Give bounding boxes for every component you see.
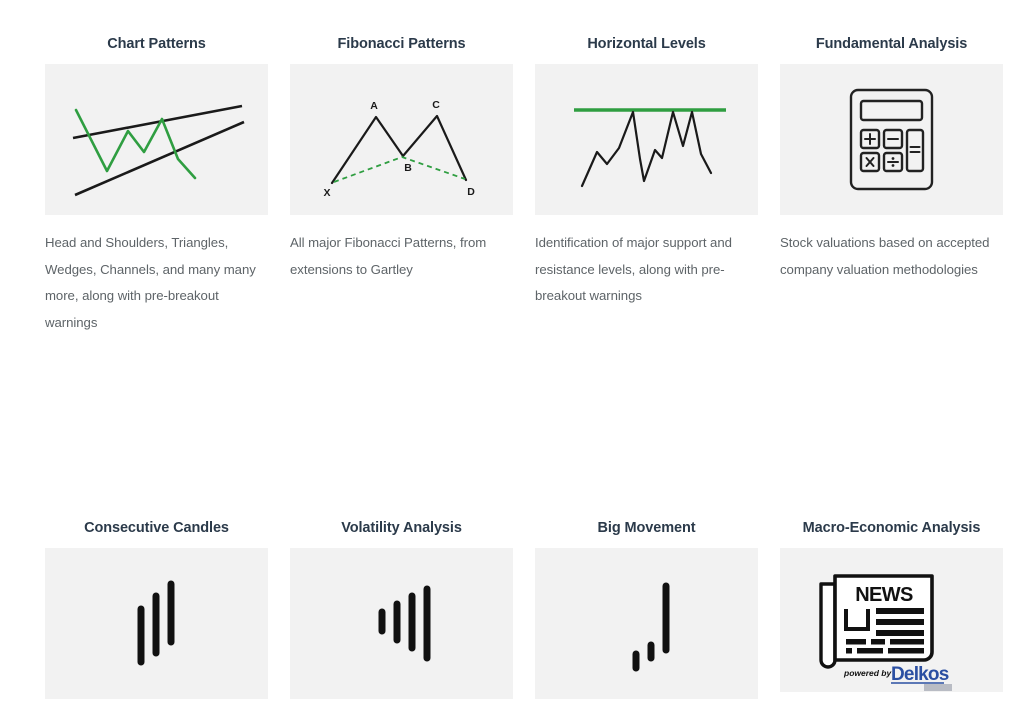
card-title: Fibonacci Patterns [337,36,466,52]
feature-card-consecutive-candles: Consecutive Candles Alerts to excessive … [45,520,268,708]
big-move-bars-icon [535,548,758,700]
newspaper-headline: NEWS [855,584,913,606]
card-title: Macro-Economic Analysis [802,520,981,536]
feature-card-horizontal-levels: Horizontal Levels Identification of majo… [535,36,758,336]
feature-card-fundamental-analysis: Fundamental Analysis Stock valuations ba… [780,36,1003,336]
ascending-bars-icon [45,548,268,700]
card-description: Identification of major support and resi… [535,235,732,304]
feature-card-chart-patterns: Chart Patterns Head and Shoulders, Trian… [45,36,268,336]
feature-card-big-movement: Big Movement Alerts to excessive movemen… [535,520,758,708]
features-row-2: Consecutive Candles Alerts to excessive … [45,520,1003,708]
features-grid-page: Chart Patterns Head and Shoulders, Trian… [0,0,1024,708]
feature-card-macro-economic-analysis: Macro-Economic Analysis NEWS powered by … [780,520,1003,708]
newspaper-icon: NEWS powered by Delkos [780,548,1003,693]
delkos-brand-subtitle [924,684,952,692]
feature-card-fibonacci-patterns: Fibonacci Patterns A C B X D All major F… [290,36,513,336]
point-label-B: B [404,162,412,174]
card-description: Stock valuations based on accepted compa… [780,235,990,277]
point-label-A: A [370,100,378,112]
point-label-C: C [432,99,440,111]
point-label-D: D [467,186,475,198]
card-description: Head and Shoulders, Triangles, Wedges, C… [45,235,256,330]
powered-by-label: powered by [843,668,893,678]
point-label-X: X [323,187,330,199]
trend-channel-icon [45,64,268,216]
resistance-level-icon [535,64,758,216]
card-title: Volatility Analysis [341,520,462,536]
delkos-brand-name: Delkos [891,664,949,685]
card-description: All major Fibonacci Patterns, from exten… [290,235,487,277]
volatility-bars-icon [290,548,513,700]
xabcd-harmonic-pattern-icon: A C B X D [290,64,513,216]
calculator-icon [780,64,1003,216]
card-title: Big Movement [597,520,696,536]
features-row-1: Chart Patterns Head and Shoulders, Trian… [45,36,1003,336]
card-title: Fundamental Analysis [815,36,968,52]
card-title: Horizontal Levels [587,36,706,52]
feature-card-volatility-analysis: Volatility Analysis Expected price range… [290,520,513,708]
card-title: Chart Patterns [107,36,206,52]
card-title: Consecutive Candles [84,520,229,536]
